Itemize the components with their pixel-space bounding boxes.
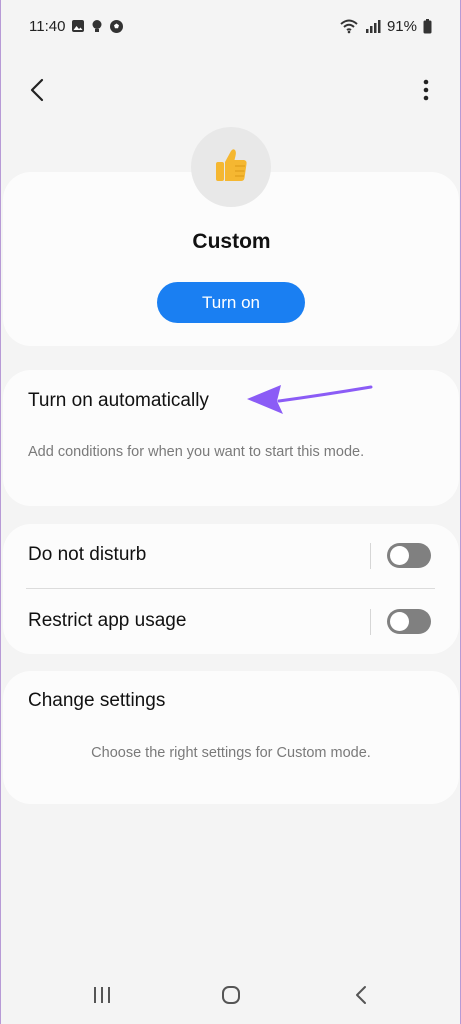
nav-back-button[interactable] (341, 982, 381, 1012)
do-not-disturb-label: Do not disturb (28, 544, 147, 565)
mode-icon-container (191, 127, 271, 207)
status-time: 11:40 (29, 17, 66, 35)
nav-back-icon (355, 985, 367, 1010)
recents-icon (92, 986, 112, 1009)
mode-settings-card: Do not disturb Restrict app usage (3, 524, 459, 654)
home-icon (221, 985, 241, 1010)
turn-on-automatically-description: Add conditions for when you want to star… (28, 444, 365, 460)
annotation-arrow-icon (243, 381, 377, 422)
bulb-icon (91, 19, 103, 34)
turn-on-automatically-title: Turn on automatically (28, 390, 209, 411)
battery-percent: 91% (386, 17, 417, 35)
mode-title: Custom (192, 230, 271, 253)
restrict-app-usage-row[interactable]: Restrict app usage (3, 590, 459, 654)
recents-button[interactable] (82, 982, 122, 1012)
do-not-disturb-switch[interactable] (387, 543, 431, 568)
change-settings-description: Choose the right settings for Custom mod… (91, 745, 371, 761)
gallery-icon (71, 19, 85, 33)
change-settings-title: Change settings (28, 690, 166, 711)
thumbs-up-icon (211, 145, 251, 190)
turn-on-automatically-card[interactable]: Turn on automatically Add conditions for… (3, 370, 459, 506)
mode-detail-screen: 11:40 91% Custom Turn on Turn on automat… (0, 0, 461, 1024)
restrict-app-usage-label: Restrict app usage (28, 610, 187, 631)
signal-icon (365, 19, 381, 33)
more-options-button[interactable] (414, 74, 438, 110)
restrict-app-usage-switch[interactable] (387, 609, 431, 634)
divider (370, 609, 371, 635)
chevron-left-icon (30, 78, 44, 107)
status-bar: 11:40 91% (1, 0, 460, 52)
wifi-icon (339, 19, 359, 34)
divider (370, 543, 371, 569)
soccer-ball-icon (109, 19, 124, 34)
home-button[interactable] (211, 982, 251, 1012)
more-vertical-icon (423, 79, 429, 106)
do-not-disturb-row[interactable]: Do not disturb (3, 524, 459, 588)
turn-on-button[interactable]: Turn on (157, 282, 305, 323)
change-settings-card[interactable]: Change settings Choose the right setting… (3, 671, 459, 804)
battery-icon (423, 18, 432, 34)
navigation-bar (1, 968, 460, 1024)
back-button[interactable] (21, 74, 53, 110)
row-divider (26, 588, 435, 589)
